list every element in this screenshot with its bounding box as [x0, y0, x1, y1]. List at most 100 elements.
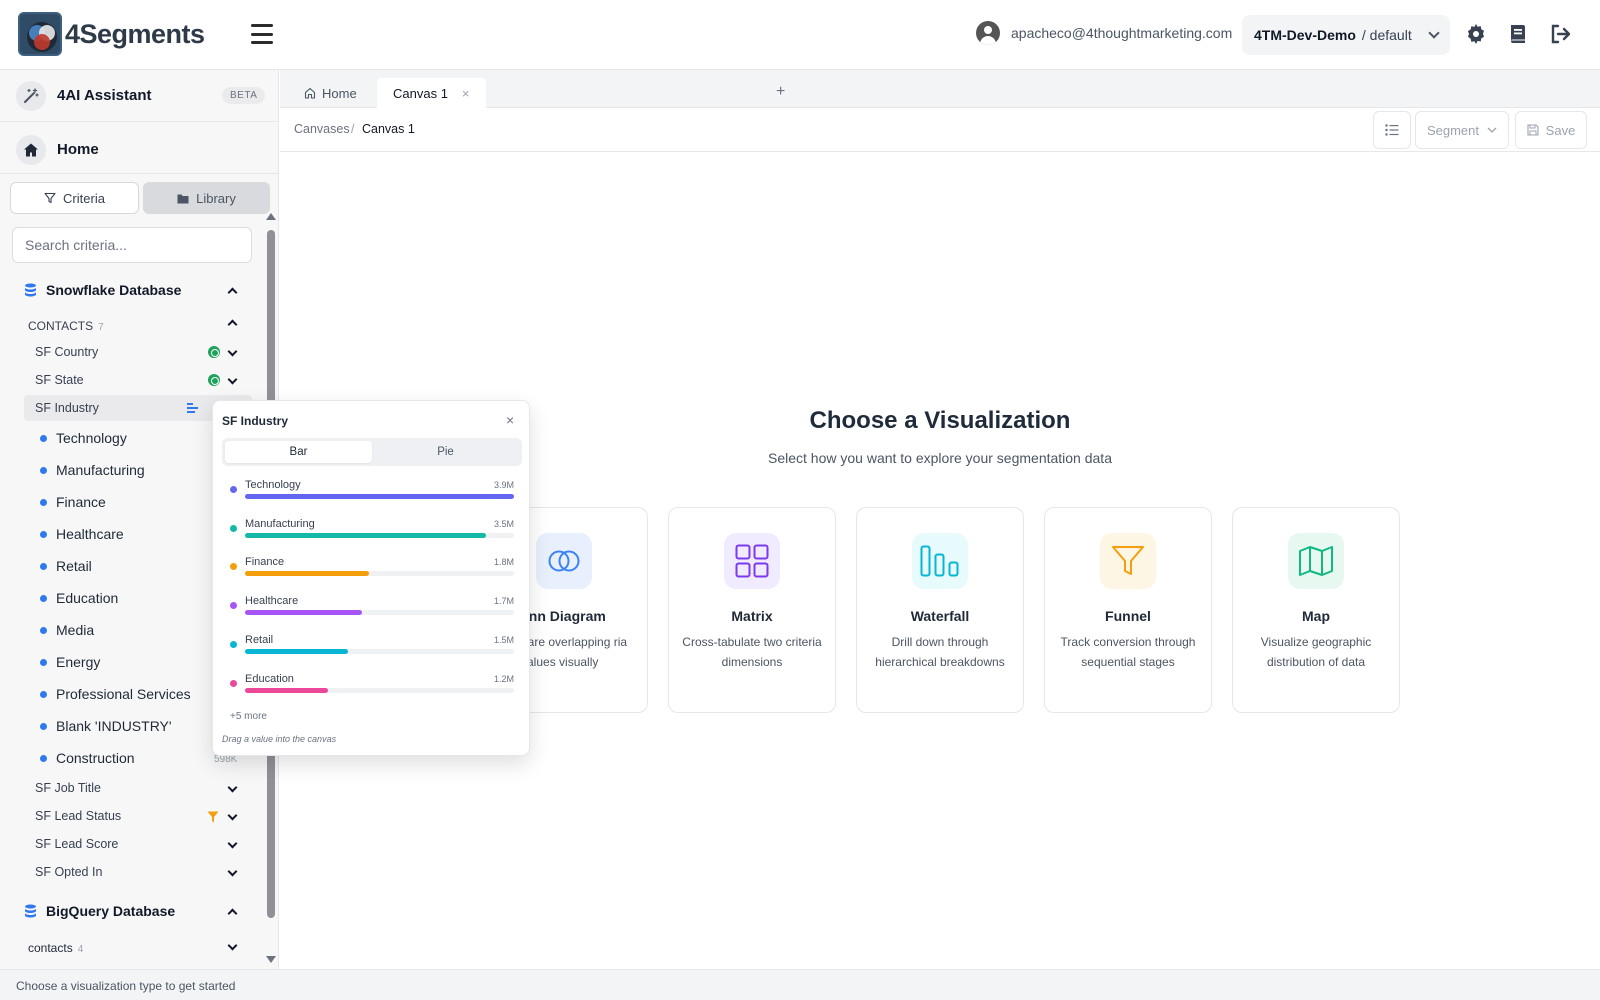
sidebar-item-home[interactable]: Home — [0, 126, 279, 174]
gear-icon[interactable] — [1464, 22, 1488, 46]
group-count: 4 — [77, 944, 84, 955]
group-bigquery-contacts[interactable]: contacts 4 — [28, 941, 83, 955]
db-bigquery-name: BigQuery Database — [46, 903, 176, 919]
value-retail[interactable]: Retail — [40, 558, 92, 574]
list-view-button[interactable] — [1373, 111, 1411, 149]
criteria-label: SF Opted In — [35, 865, 103, 879]
value-label: Retail — [56, 558, 92, 574]
value-label: Energy — [56, 654, 101, 670]
value-finance[interactable]: Finance — [40, 494, 106, 510]
bar-row-manufacturing[interactable]: Manufacturing 3.5M — [230, 517, 514, 545]
sidebar-tabs: Criteria Library — [10, 182, 270, 214]
value-energy[interactable]: Energy — [40, 654, 100, 670]
value-label: Blank 'INDUSTRY' — [56, 718, 172, 734]
toggle-pie[interactable]: Pie — [372, 441, 519, 463]
bar-row-healthcare[interactable]: Healthcare 1.7M — [230, 594, 514, 622]
bar-track — [245, 610, 514, 616]
value-healthcare[interactable]: Healthcare — [40, 526, 124, 542]
card-title: Matrix — [731, 608, 773, 624]
book-icon[interactable] — [1506, 22, 1530, 46]
chevron-up-icon[interactable] — [227, 908, 238, 919]
tab-home[interactable]: Home — [304, 78, 357, 108]
menu-toggle-icon[interactable] — [250, 22, 274, 46]
app-logo[interactable]: 4Segments — [18, 12, 205, 56]
criteria-sf-lead-score[interactable]: SF Lead Score — [24, 831, 252, 857]
chevron-down-icon — [1487, 127, 1497, 133]
viz-card-matrix[interactable]: Matrix Cross-tabulate two criteria dimen… — [668, 507, 836, 713]
segment-dropdown[interactable]: Segment — [1415, 111, 1509, 149]
bar-row-technology[interactable]: Technology 3.9M — [230, 478, 514, 506]
bar-row-finance[interactable]: Finance 1.8M — [230, 555, 514, 583]
tab-library-label: Library — [196, 190, 236, 206]
value-label: Technology — [56, 430, 127, 446]
bar-row-education[interactable]: Education 1.2M — [230, 672, 514, 700]
toggle-bar[interactable]: Bar — [225, 441, 372, 463]
bar-track — [245, 494, 514, 499]
ai-assistant-row[interactable]: 4AI Assistant BETA — [0, 70, 279, 122]
bar-fill — [245, 532, 487, 538]
criteria-sf-job-title[interactable]: SF Job Title — [24, 775, 252, 801]
database-icon — [25, 283, 36, 297]
value-label: Healthcare — [56, 526, 124, 542]
viz-card-funnel[interactable]: Funnel Track conversion through sequenti… — [1044, 507, 1212, 713]
viz-card-map[interactable]: Map Visualize geographic distribution of… — [1232, 507, 1400, 713]
home-icon — [304, 87, 316, 99]
viz-card-waterfall[interactable]: Waterfall Drill down through hierarchica… — [856, 507, 1024, 713]
card-description: Track conversion through sequential stag… — [1060, 635, 1196, 669]
bar-label: Education — [245, 672, 294, 685]
chevron-up-icon[interactable] — [227, 287, 238, 298]
tab-canvas-1[interactable]: Canvas 1 × — [377, 78, 486, 108]
logout-icon[interactable] — [1548, 22, 1572, 46]
card-title: Map — [1302, 608, 1330, 624]
more-values-link[interactable]: +5 more — [230, 711, 267, 722]
value-dot-icon — [40, 498, 47, 506]
criteria-sf-opted-in[interactable]: SF Opted In — [24, 859, 252, 885]
value-education[interactable]: Education — [40, 590, 118, 606]
add-tab-icon[interactable]: + — [776, 83, 785, 101]
db-snowflake-header[interactable]: Snowflake Database — [24, 282, 181, 298]
card-description: Visualize geographic distribution of dat… — [1260, 635, 1372, 669]
user-email: apacheco@4thoughtmarketing.com — [1011, 25, 1233, 41]
user-avatar-icon — [976, 21, 1000, 45]
criteria-label: SF Industry — [35, 401, 99, 415]
value-blank-industry[interactable]: Blank 'INDUSTRY' — [40, 718, 172, 734]
folder-icon — [177, 194, 189, 203]
value-technology[interactable]: Technology — [40, 430, 127, 446]
tab-library[interactable]: Library — [143, 182, 270, 214]
scroll-up-arrow[interactable] — [266, 213, 276, 220]
bar-track — [245, 648, 514, 654]
bar-track — [245, 687, 514, 693]
logo-mark-icon — [18, 12, 62, 56]
breadcrumb-canvases[interactable]: Canvases — [294, 122, 350, 136]
chevron-down-icon[interactable] — [227, 940, 238, 951]
search-criteria-input[interactable] — [12, 227, 252, 263]
scroll-down-arrow[interactable] — [266, 956, 276, 963]
bar-value: 3.5M — [493, 518, 514, 529]
value-professional-services[interactable]: Professional Services — [40, 686, 191, 702]
filter-icon — [44, 192, 56, 204]
bar-row-retail[interactable]: Retail 1.5M — [230, 633, 514, 661]
save-icon — [1527, 124, 1539, 136]
bar-fill — [245, 687, 328, 693]
bar-track — [245, 532, 514, 538]
close-icon[interactable]: × — [462, 86, 470, 101]
user-info[interactable]: apacheco@4thoughtmarketing.com — [976, 21, 1232, 45]
bar-value: 1.8M — [493, 557, 514, 568]
bar-value: 1.2M — [493, 673, 514, 684]
db-bigquery-header[interactable]: BigQuery Database — [24, 903, 175, 919]
bar-chart-icon[interactable] — [187, 403, 200, 413]
value-media[interactable]: Media — [40, 622, 94, 638]
chevron-up-icon[interactable] — [227, 319, 238, 330]
group-contacts[interactable]: CONTACTS 7 — [28, 319, 104, 333]
save-button[interactable]: Save — [1515, 111, 1587, 149]
card-description: pare overlapping ria values visually — [521, 635, 628, 669]
value-manufacturing[interactable]: Manufacturing — [40, 462, 145, 478]
breadcrumb-separator: / — [351, 122, 355, 136]
close-icon[interactable]: × — [506, 412, 514, 428]
value-construction[interactable]: Construction — [40, 750, 135, 766]
breadcrumb-bar: Canvases / Canvas 1 Segment Save — [280, 108, 1600, 152]
card-title: Waterfall — [910, 608, 970, 624]
list-icon — [1385, 124, 1399, 136]
tab-criteria[interactable]: Criteria — [10, 182, 139, 214]
tenant-selector[interactable]: 4TM-Dev-Demo / default — [1242, 15, 1450, 55]
